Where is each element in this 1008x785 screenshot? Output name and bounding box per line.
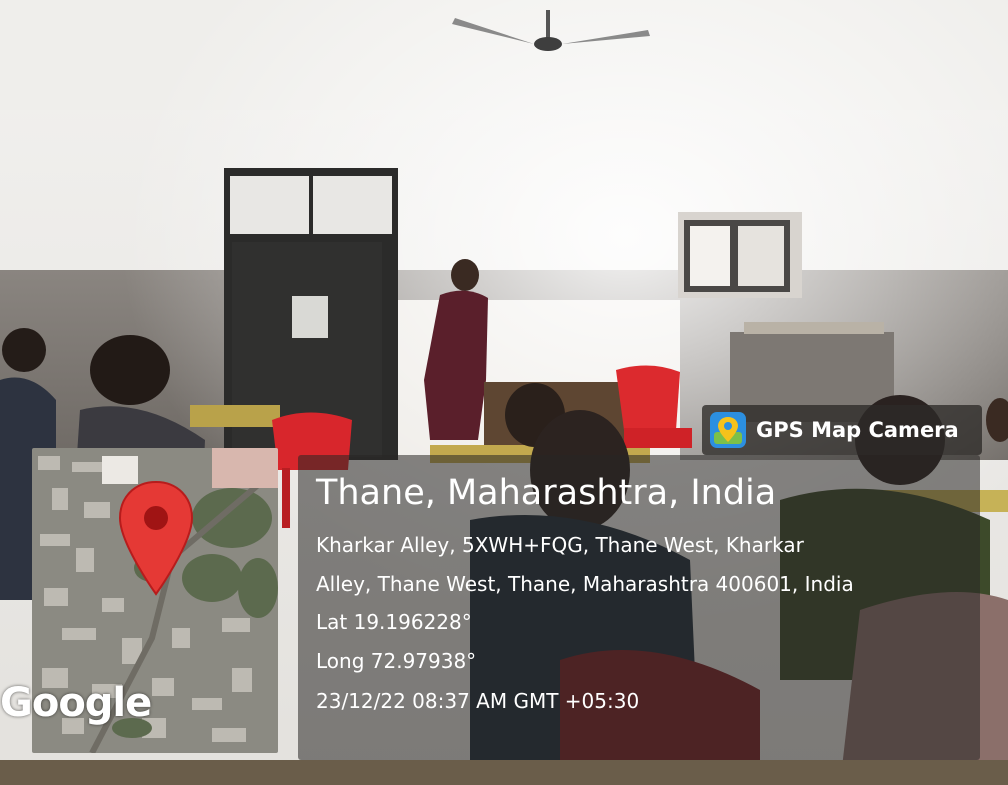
location-info-panel: Thane, Maharashtra, India Kharkar Alley,… xyxy=(298,455,980,760)
app-badge: GPS Map Camera xyxy=(702,405,982,455)
longitude: Long 72.97938° xyxy=(316,649,477,673)
address-line-2: Alley, Thane West, Thane, Maharashtra 40… xyxy=(316,572,854,596)
app-name: GPS Map Camera xyxy=(756,418,959,442)
location-title: Thane, Maharashtra, India xyxy=(316,473,777,513)
address-line-1: Kharkar Alley, 5XWH+FQG, Thane West, Kha… xyxy=(316,533,804,557)
gps-map-camera-app-icon xyxy=(710,412,746,448)
timestamp: 23/12/22 08:37 AM GMT +05:30 xyxy=(316,689,640,713)
photo-scene: Google GPS Map Camera Thane, Maharashtra… xyxy=(0,0,1008,785)
window xyxy=(678,212,802,298)
map-pin-icon xyxy=(118,480,194,596)
map-attribution: Google xyxy=(0,680,152,726)
latitude: Lat 19.196228° xyxy=(316,610,472,634)
